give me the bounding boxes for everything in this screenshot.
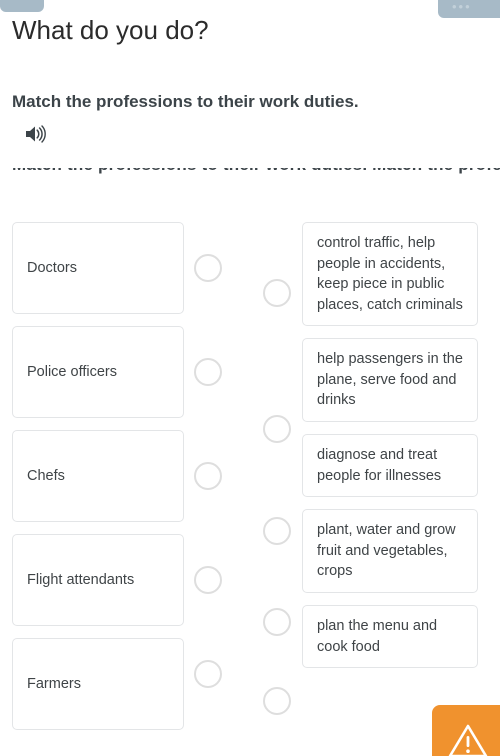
duty-label: help passengers in the plane, serve food… <box>317 351 463 409</box>
connector-dot-right[interactable] <box>263 687 291 715</box>
duties-column: control traffic, help people in accident… <box>302 222 478 680</box>
duty-card[interactable]: diagnose and treat people for illnesses <box>302 434 478 498</box>
speaker-icon[interactable] <box>24 124 48 144</box>
connector-dot-right[interactable] <box>263 517 291 545</box>
connector-dot-right[interactable] <box>263 415 291 443</box>
profession-card[interactable]: Farmers <box>12 638 184 730</box>
duty-label: plan the menu and cook food <box>317 617 438 655</box>
profession-label: Doctors <box>27 259 77 276</box>
profession-label: Flight attendants <box>27 571 135 588</box>
task-instruction: Match the professions to their work duti… <box>12 92 359 111</box>
duty-label: control traffic, help people in accident… <box>317 235 463 313</box>
top-left-chip <box>0 0 44 12</box>
warning-badge[interactable] <box>432 705 500 756</box>
connector-dot-left[interactable] <box>194 660 222 688</box>
speaker-icon-glyph <box>26 125 46 143</box>
profession-card[interactable]: Doctors <box>12 222 184 314</box>
duty-card[interactable]: plan the menu and cook food <box>302 604 478 669</box>
overflow-dots-icon: ••• <box>452 0 472 14</box>
duty-card[interactable]: plant, water and grow fruit and vegetabl… <box>302 509 478 593</box>
duty-label: plant, water and grow fruit and vegetabl… <box>317 522 456 580</box>
exercise-page: ••• What do you do? Match the profession… <box>0 0 500 756</box>
duty-card[interactable]: help passengers in the plane, serve food… <box>302 338 478 423</box>
professions-column: Doctors Police officers Chefs Flight att… <box>12 222 184 742</box>
page-title: What do you do? <box>12 15 209 45</box>
profession-card[interactable]: Chefs <box>12 430 184 522</box>
profession-label: Chefs <box>27 467 65 484</box>
connector-dot-left[interactable] <box>194 254 222 282</box>
top-right-chip[interactable]: ••• <box>438 0 500 18</box>
connector-dot-right[interactable] <box>263 279 291 307</box>
connector-dot-left[interactable] <box>194 566 222 594</box>
connector-dot-left[interactable] <box>194 462 222 490</box>
duty-label: diagnose and treat people for illnesses <box>317 447 442 484</box>
profession-label: Farmers <box>27 675 81 692</box>
warning-triangle-icon <box>448 724 488 756</box>
clipped-text-strip: Match the professions to their work duti… <box>0 168 500 180</box>
connector-dot-right[interactable] <box>263 608 291 636</box>
profession-card[interactable]: Flight attendants <box>12 534 184 626</box>
profession-card[interactable]: Police officers <box>12 326 184 418</box>
connector-dot-left[interactable] <box>194 358 222 386</box>
duty-card[interactable]: control traffic, help people in accident… <box>302 222 478 327</box>
clipped-text: Match the professions to their work duti… <box>12 168 500 175</box>
profession-label: Police officers <box>27 363 117 380</box>
